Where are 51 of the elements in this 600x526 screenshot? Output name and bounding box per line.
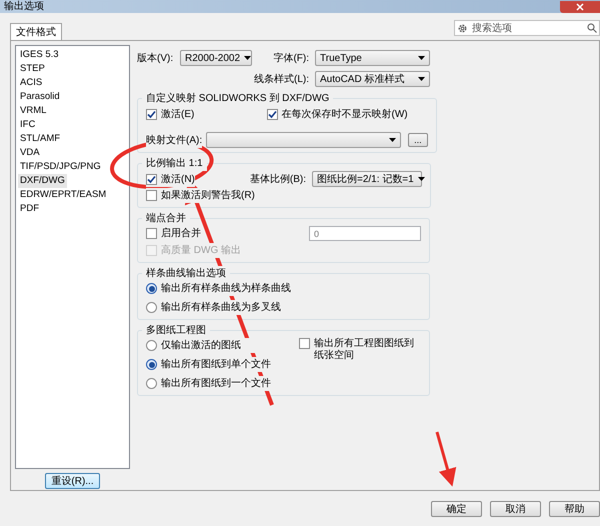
list-item[interactable]: STEP	[18, 62, 47, 76]
list-item[interactable]: TIF/PSD/JPG/PNG	[18, 160, 103, 174]
caret-icon	[418, 56, 425, 60]
caret-icon	[244, 56, 252, 60]
close-button[interactable]	[560, 0, 600, 12]
dialog-button[interactable]: 确定	[431, 501, 482, 517]
close-icon	[576, 2, 584, 10]
caret-icon	[418, 77, 425, 81]
window-title: 输出选项	[3, 2, 44, 12]
radio-button[interactable]: 输出所有图纸到单个文件	[146, 357, 271, 372]
font-dropdown[interactable]: TrueType	[315, 50, 430, 66]
check-icon	[147, 110, 156, 119]
search-input[interactable]: 搜索选项	[472, 20, 583, 36]
checkbox[interactable]: 在每次保存时不显示映射(W)	[266, 107, 408, 122]
field-label: 字体(F):	[273, 52, 309, 66]
browse-button[interactable]: ...	[408, 133, 428, 147]
list-item[interactable]: VDA	[18, 146, 42, 160]
field-label: 线条样式(L):	[254, 72, 309, 86]
list-item[interactable]: EDRW/EPRT/EASM	[18, 188, 108, 202]
list-item[interactable]: STL/AMF	[18, 132, 62, 146]
list-item[interactable]: ACIS	[18, 76, 44, 90]
list-item[interactable]: DXF/DWG	[18, 174, 67, 188]
map-file-dropdown[interactable]	[206, 132, 402, 148]
checkbox[interactable]: 启用合并	[146, 226, 201, 241]
line-style-dropdown[interactable]: AutoCAD 标准样式	[315, 71, 430, 87]
checkbox[interactable]: 激活(E)	[146, 107, 194, 122]
dialog-button[interactable]: 取消	[490, 501, 541, 517]
list-item[interactable]: IFC	[18, 118, 38, 132]
check-icon	[147, 174, 156, 184]
checkbox[interactable]: 激活(N)	[146, 172, 195, 186]
search-icon	[587, 23, 597, 33]
list-item[interactable]: VRML	[18, 104, 48, 118]
list-item[interactable]: PDF	[18, 202, 41, 216]
gear-icon	[457, 22, 468, 34]
field-label: 基体比例(B):	[250, 172, 306, 186]
tab[interactable]: 文件格式	[10, 23, 62, 40]
version-dropdown[interactable]: R2000-2002	[180, 50, 252, 66]
tolerance-field[interactable]: 0	[309, 226, 421, 241]
field-label: 版本(V):	[137, 52, 174, 66]
caret-icon	[418, 177, 425, 181]
reset-button[interactable]: 重设(R)...	[45, 473, 100, 489]
dialog-button[interactable]: 帮助	[549, 501, 600, 517]
search-field[interactable]: 搜索选项	[454, 20, 600, 36]
list-item[interactable]: Parasolid	[18, 90, 62, 104]
field-label: 映射文件(A):	[146, 132, 202, 148]
base-scale-dropdown[interactable]: 图纸比例=2/1: 记数=1	[312, 171, 422, 187]
check-icon	[268, 110, 277, 119]
radio-button[interactable]: 输出所有图纸到一个文件	[146, 376, 271, 391]
list-item[interactable]: IGES 5.3	[18, 48, 61, 62]
annotation-arrow	[436, 432, 456, 487]
caret-icon	[389, 138, 396, 142]
